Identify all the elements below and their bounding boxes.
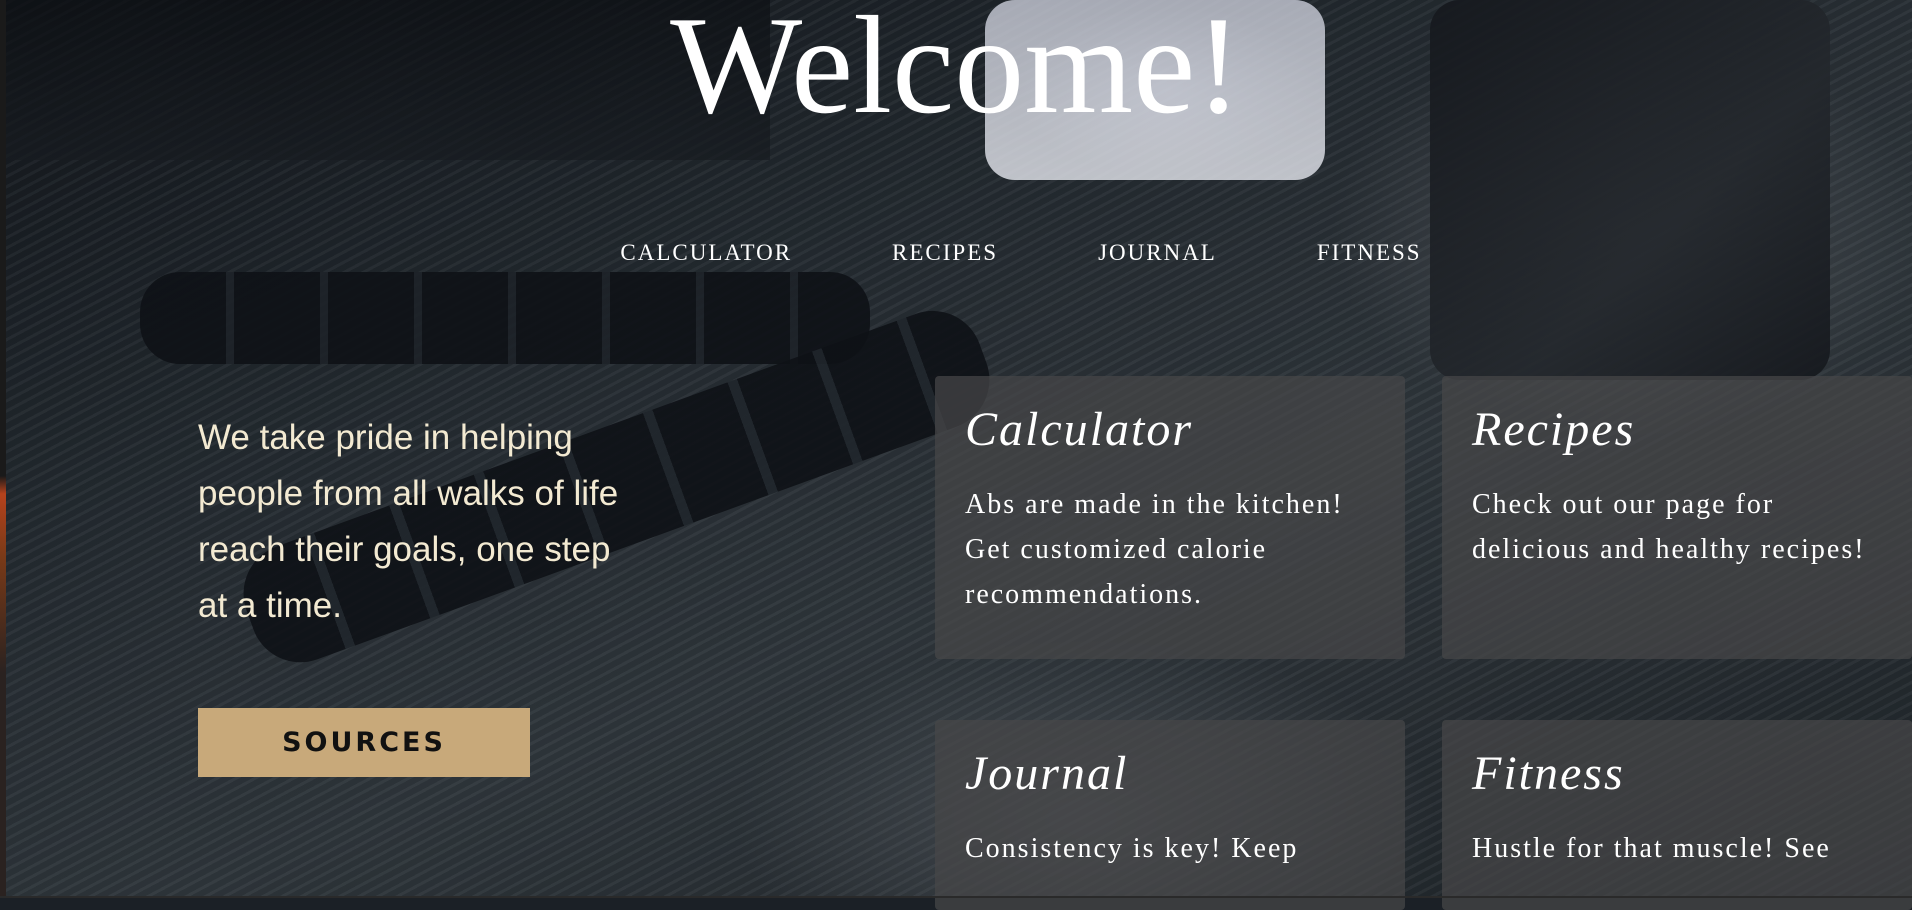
card-text: Abs are made in the kitchen! Get customi… <box>965 489 1344 610</box>
card-text: Hustle for that muscle! See <box>1472 833 1831 864</box>
card-journal[interactable]: Journal Consistency is key! Keep <box>935 720 1405 910</box>
main-nav: CALCULATOR RECIPES JOURNAL FITNESS <box>0 240 1912 266</box>
nav-link-fitness[interactable]: FITNESS <box>1317 240 1422 266</box>
card-text: Check out our page for delicious and hea… <box>1472 489 1866 565</box>
nav-link-journal[interactable]: JOURNAL <box>1098 240 1217 266</box>
card-title: Recipes <box>1472 403 1636 456</box>
card-calculator[interactable]: Calculator Abs are made in the kitchen! … <box>935 376 1405 659</box>
nav-link-calculator[interactable]: CALCULATOR <box>620 240 792 266</box>
card-fitness[interactable]: Fitness Hustle for that muscle! See <box>1442 720 1912 910</box>
card-text: Consistency is key! Keep <box>965 833 1299 864</box>
card-recipes[interactable]: Recipes Check out our page for delicious… <box>1442 376 1912 659</box>
sources-button[interactable]: SOURCES <box>198 708 530 777</box>
hero-tagline: We take pride in helping people from all… <box>198 418 619 625</box>
card-title: Calculator <box>965 403 1194 456</box>
page-title: Welcome! <box>670 0 1242 143</box>
nav-link-recipes[interactable]: RECIPES <box>892 240 998 266</box>
card-title: Journal <box>965 747 1129 800</box>
card-title: Fitness <box>1472 747 1625 800</box>
